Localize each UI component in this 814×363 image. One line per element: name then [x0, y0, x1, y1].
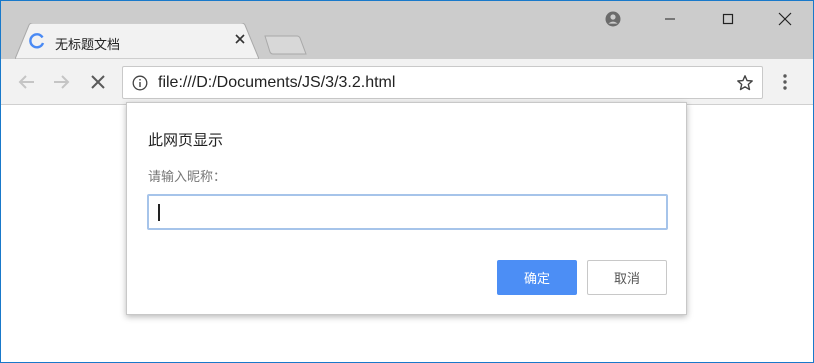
text-caret [158, 204, 160, 221]
tab-strip: 无标题文档 [1, 1, 813, 59]
cancel-button[interactable]: 取消 [587, 260, 667, 295]
browser-window: 无标题文档 file:///D:/Documents/JS/3/3.2.html… [0, 0, 814, 363]
maximize-button[interactable] [699, 1, 757, 37]
tab-shape [15, 23, 259, 59]
info-icon[interactable] [132, 75, 148, 91]
maximize-icon [722, 13, 734, 25]
dialog-message: 请输入昵称： [148, 170, 227, 185]
browser-toolbar: file:///D:/Documents/JS/3/3.2.html [1, 59, 813, 105]
window-close-button[interactable] [756, 1, 814, 37]
prompt-dialog: 此网页显示 请输入昵称： 确定 取消 [126, 102, 687, 315]
kebab-menu-icon[interactable] [777, 73, 793, 91]
loading-spinner-icon [29, 33, 45, 49]
stop-icon[interactable] [88, 72, 108, 92]
url-text: file:///D:/Documents/JS/3/3.2.html [158, 74, 396, 91]
new-tab-button[interactable] [263, 34, 307, 56]
address-bar[interactable]: file:///D:/Documents/JS/3/3.2.html [122, 66, 763, 99]
star-icon[interactable] [736, 74, 754, 92]
ok-button[interactable]: 确定 [497, 260, 577, 295]
tab-title: 无标题文档 [55, 38, 121, 53]
minimize-icon [665, 18, 675, 20]
profile-icon[interactable] [605, 11, 621, 27]
tab-close-icon[interactable] [233, 32, 247, 46]
arrow-left-icon[interactable] [17, 72, 37, 92]
close-icon [778, 12, 792, 26]
arrow-right-icon[interactable] [51, 72, 71, 92]
minimize-button[interactable] [641, 1, 699, 37]
dialog-title: 此网页显示 [148, 131, 224, 149]
tab-active[interactable]: 无标题文档 [15, 23, 259, 59]
nickname-input[interactable] [147, 194, 668, 230]
